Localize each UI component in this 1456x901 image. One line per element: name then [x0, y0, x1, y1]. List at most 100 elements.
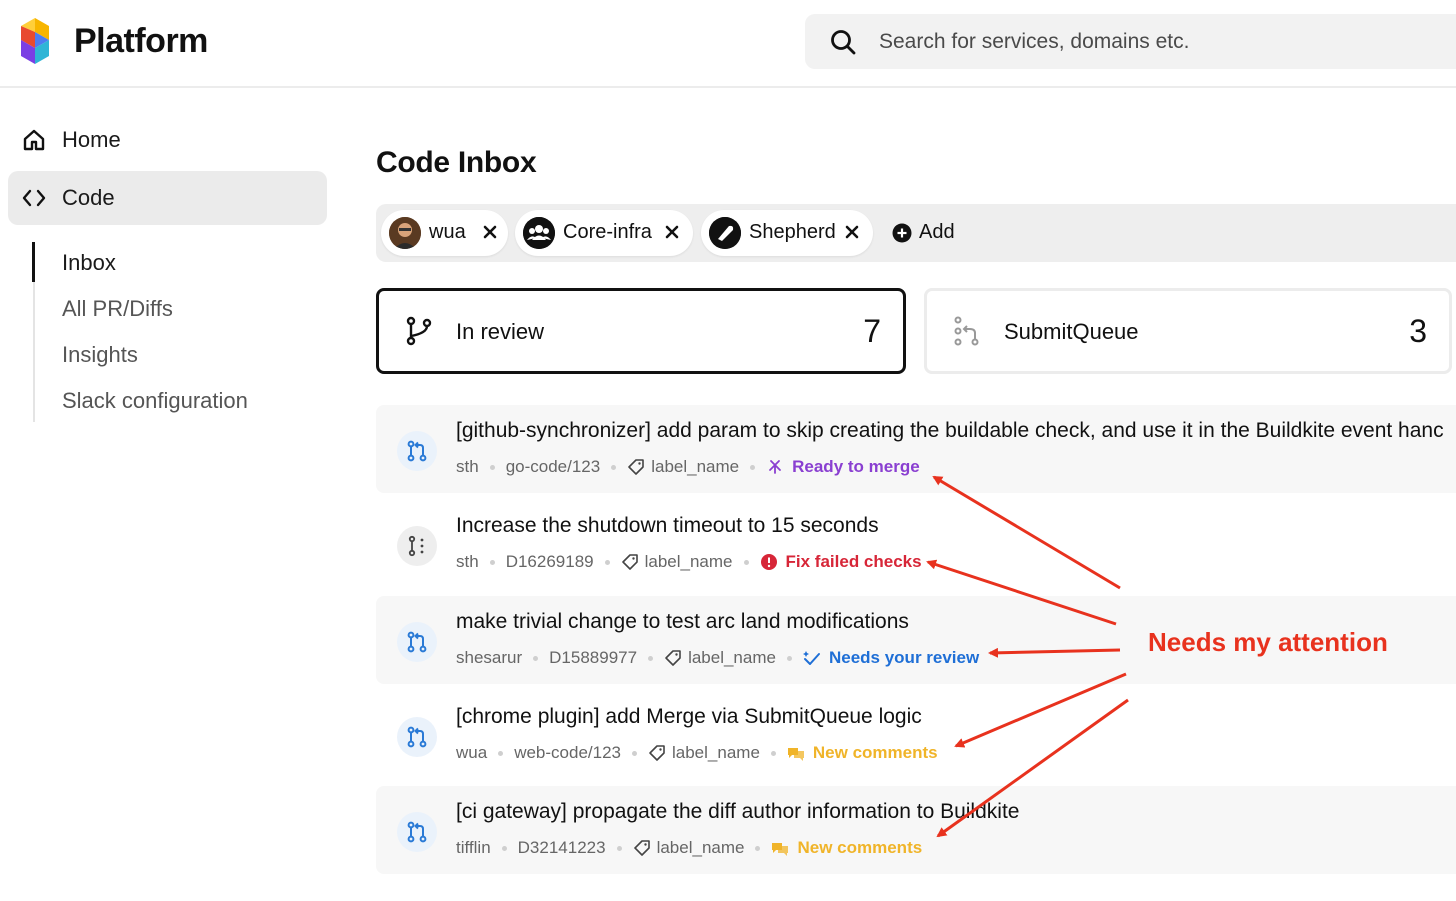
separator-dot	[786, 655, 792, 661]
separator-dot	[770, 750, 776, 756]
platform-cube-logo-icon[interactable]	[18, 18, 52, 64]
list-item[interactable]: Increase the shutdown timeout to 15 seco…	[376, 500, 1456, 588]
subnav-active-indicator	[32, 242, 35, 282]
separator-dot	[489, 559, 495, 565]
top-header: Platform Search for services, domains et…	[0, 0, 1456, 88]
app-title[interactable]: Platform	[74, 22, 208, 61]
close-icon[interactable]	[843, 223, 861, 241]
status-label: Fix failed checks	[785, 552, 922, 571]
user-avatar	[389, 217, 421, 249]
search-bar[interactable]: Search for services, domains etc.	[805, 14, 1456, 69]
item-meta: sth go-code/123 label_name Ready to merg…	[456, 455, 920, 479]
tab-in-review[interactable]: In review 7	[376, 288, 906, 374]
tag-icon	[649, 745, 665, 761]
sidebar-item-code[interactable]: Code	[8, 171, 327, 225]
tab-count: 7	[863, 313, 881, 349]
item-ref[interactable]: D32141223	[518, 838, 606, 858]
group-icon	[523, 217, 555, 249]
status-badge[interactable]: New comments	[771, 838, 922, 858]
pull-request-icon	[397, 717, 437, 757]
item-label[interactable]: label_name	[657, 838, 745, 858]
item-title[interactable]: [chrome plugin] add Merge via SubmitQueu…	[456, 705, 922, 729]
item-title[interactable]: [ci gateway] propagate the diff author i…	[456, 800, 1019, 824]
subnav-item-slack-configuration[interactable]: Slack configuration	[62, 388, 248, 414]
item-meta: wua web-code/123 label_name New comments	[456, 741, 938, 765]
list-item[interactable]: [github-synchronizer] add param to skip …	[376, 405, 1456, 493]
status-badge[interactable]: New comments	[787, 743, 938, 763]
item-title[interactable]: [github-synchronizer] add param to skip …	[456, 419, 1444, 443]
tag-icon	[633, 840, 650, 856]
subnav-item-inbox[interactable]: Inbox	[62, 250, 116, 276]
item-author[interactable]: shesarur	[456, 648, 522, 668]
sidebar-item-label: Code	[62, 185, 115, 210]
filter-chip-shepherd[interactable]: Shepherd	[701, 210, 873, 256]
list-item[interactable]: [chrome plugin] add Merge via SubmitQueu…	[376, 691, 1456, 779]
shepherd-icon	[709, 217, 741, 249]
subnav-item-all-pr-diffs[interactable]: All PR/Diffs	[62, 296, 173, 322]
comments-icon	[772, 843, 789, 856]
add-filter-label: Add	[919, 221, 955, 243]
separator-dot	[489, 464, 495, 470]
status-label: New comments	[797, 838, 923, 857]
separator-dot	[632, 750, 637, 756]
alert-icon	[760, 554, 777, 570]
item-label[interactable]: label_name	[688, 648, 776, 668]
item-title[interactable]: make trivial change to test arc land mod…	[456, 610, 909, 634]
item-ref[interactable]: web-code/123	[514, 743, 621, 763]
filter-chip-label: Shepherd	[749, 221, 836, 243]
comments-icon	[787, 748, 804, 761]
status-badge[interactable]: Needs your review	[802, 648, 980, 668]
pull-request-icon	[397, 431, 437, 471]
filter-chip-wua[interactable]: wua	[381, 210, 508, 256]
status-badge[interactable]: Ready to merge	[766, 457, 920, 477]
diff-icon	[397, 526, 437, 566]
close-icon[interactable]	[663, 223, 681, 241]
item-ref[interactable]: D16269189	[506, 552, 594, 572]
status-label: New comments	[812, 743, 938, 762]
separator-dot	[604, 559, 610, 565]
branch-icon	[406, 316, 432, 346]
pull-request-icon	[397, 812, 437, 852]
item-label[interactable]: label_name	[672, 743, 760, 763]
tab-count: 3	[1409, 313, 1427, 349]
filter-chip-label: Core-infra	[563, 221, 652, 243]
code-brackets-icon	[22, 189, 46, 207]
item-author[interactable]: sth	[456, 552, 479, 572]
separator-dot	[616, 845, 622, 851]
item-ref[interactable]: go-code/123	[506, 457, 601, 477]
filter-chip-core-infra[interactable]: Core-infra	[515, 210, 693, 256]
sidebar-item-label: Home	[62, 127, 121, 152]
close-icon[interactable]	[481, 223, 499, 241]
item-title[interactable]: Increase the shutdown timeout to 15 seco…	[456, 514, 879, 538]
item-author[interactable]: tifflin	[456, 838, 491, 858]
search-icon	[831, 30, 856, 55]
pull-request-icon	[397, 622, 437, 662]
item-author[interactable]: sth	[456, 457, 479, 477]
status-label: Needs your review	[828, 648, 980, 667]
plus-circle-icon	[892, 223, 912, 243]
item-meta: tifflin D32141223 label_name New comment…	[456, 836, 922, 860]
filter-chip-label: wua	[429, 221, 466, 243]
tag-icon	[621, 554, 638, 570]
list-item[interactable]: [ci gateway] propagate the diff author i…	[376, 786, 1456, 874]
separator-dot	[611, 464, 617, 470]
item-label[interactable]: label_name	[645, 552, 733, 572]
tab-label: SubmitQueue	[1004, 319, 1139, 344]
item-ref[interactable]: D15889977	[549, 648, 637, 668]
tag-icon	[628, 459, 645, 475]
tab-submitqueue[interactable]: SubmitQueue 3	[924, 288, 1452, 374]
item-author[interactable]: wua	[456, 743, 487, 763]
home-icon	[23, 129, 45, 151]
annotation-label: Needs my attention	[1148, 627, 1388, 657]
separator-dot	[743, 559, 749, 565]
tab-label: In review	[456, 319, 545, 344]
search-input[interactable]: Search for services, domains etc.	[879, 30, 1189, 54]
item-label[interactable]: label_name	[651, 457, 739, 477]
separator-dot	[498, 750, 504, 756]
status-badge[interactable]: Fix failed checks	[760, 552, 922, 572]
separator-dot	[750, 464, 756, 470]
tag-icon	[665, 650, 681, 666]
subnav-item-insights[interactable]: Insights	[62, 342, 138, 368]
merge-queue-icon	[954, 316, 979, 346]
sidebar-item-home[interactable]: Home	[8, 113, 327, 167]
